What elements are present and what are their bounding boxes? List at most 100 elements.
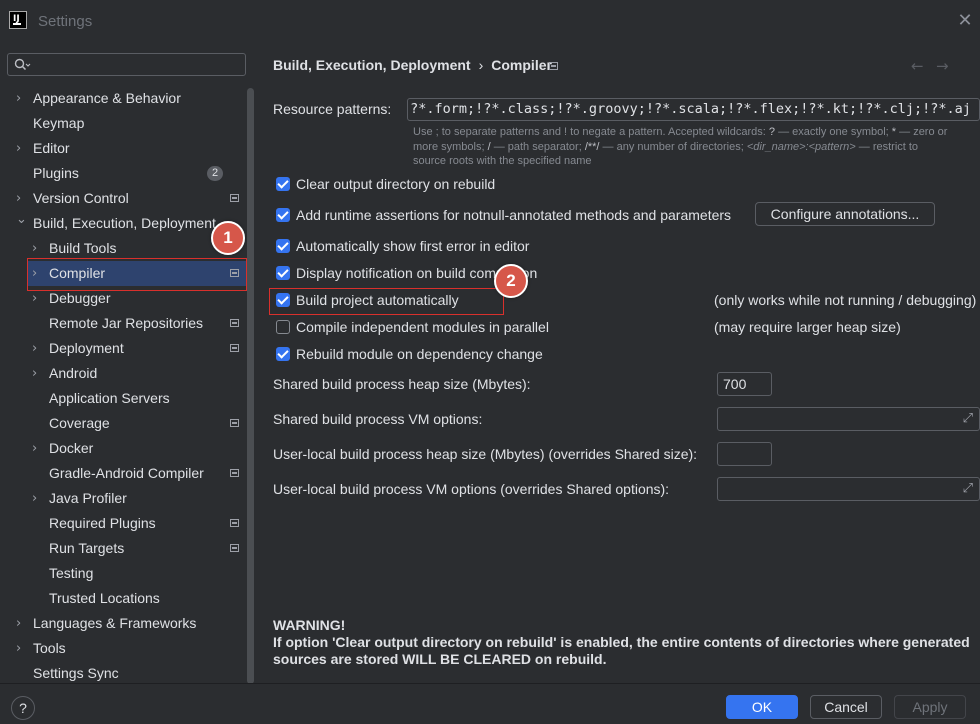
project-settings-icon (230, 519, 239, 527)
expand-icon[interactable]: ⤢ (963, 411, 973, 426)
help-button[interactable]: ? (11, 696, 35, 720)
chevron-right-icon[interactable]: › (16, 636, 26, 661)
option-label[interactable]: Automatically show first error in editor (296, 238, 529, 254)
sidebar-scrollbar[interactable] (247, 88, 254, 684)
option-label[interactable]: Clear output directory on rebuild (296, 176, 495, 192)
project-settings-icon (230, 319, 239, 327)
sidebar-item-label: Languages & Frameworks (33, 615, 197, 631)
search-icon (14, 58, 31, 71)
breadcrumb-parent[interactable]: Build, Execution, Deployment (273, 57, 471, 73)
sidebar-item-appearance-behavior[interactable]: › Appearance & Behavior (0, 86, 250, 111)
sidebar-item-label: Tools (33, 640, 66, 656)
title-bar: IJ Settings ✕ (0, 0, 980, 42)
checkbox[interactable] (276, 208, 290, 222)
sidebar-item-android[interactable]: › Android (0, 361, 250, 386)
user-heap-input[interactable] (717, 442, 772, 466)
user-vm-options-input[interactable]: ⤢ (717, 477, 980, 501)
breadcrumb-current: Compiler (491, 57, 552, 73)
chevron-right-icon[interactable]: › (32, 336, 42, 361)
resource-patterns-hint: Use ; to separate patterns and ! to nega… (413, 126, 948, 167)
apply-button[interactable]: Apply (894, 695, 966, 719)
chevron-right-icon[interactable]: › (16, 86, 26, 111)
chevron-right-icon[interactable]: › (16, 136, 26, 161)
sidebar-item-label: Appearance & Behavior (33, 90, 181, 106)
ok-button[interactable]: OK (726, 695, 798, 719)
sidebar-item-label: Coverage (49, 415, 110, 431)
sidebar-item-label: Run Targets (49, 540, 125, 556)
sidebar-item-editor[interactable]: › Editor (0, 136, 250, 161)
chevron-down-icon[interactable]: ⌄ (16, 207, 27, 232)
sidebar-item-label: Version Control (33, 190, 129, 206)
breadcrumb: Build, Execution, Deployment › Compiler (273, 57, 552, 73)
chevron-right-icon[interactable]: › (32, 361, 42, 386)
sidebar-item-required-plugins[interactable]: Required Plugins (0, 511, 250, 536)
project-settings-icon (230, 419, 239, 427)
shared-heap-input[interactable]: 700 (717, 372, 772, 396)
sidebar-item-label: Android (49, 365, 98, 381)
sidebar-item-coverage[interactable]: Coverage (0, 411, 250, 436)
sidebar-item-label: Keymap (33, 115, 85, 131)
sidebar-item-gradle-android-compiler[interactable]: Gradle-Android Compiler (0, 461, 250, 486)
sidebar-item-plugins[interactable]: Plugins 2 (0, 161, 250, 186)
sidebar-item-trusted-locations[interactable]: Trusted Locations (0, 586, 250, 611)
close-icon[interactable]: ✕ (956, 12, 974, 30)
settings-search-input[interactable] (7, 53, 246, 76)
checkbox[interactable] (276, 266, 290, 280)
step-marker-2: 2 (494, 264, 528, 298)
chevron-right-icon[interactable]: › (32, 486, 42, 511)
option-label[interactable]: Add runtime assertions for notnull-annot… (296, 207, 731, 223)
sidebar-item-run-targets[interactable]: Run Targets (0, 536, 250, 561)
expand-icon[interactable]: ⤢ (963, 481, 973, 496)
sidebar-item-version-control[interactable]: › Version Control (0, 186, 250, 211)
sidebar-item-tools[interactable]: › Tools (0, 636, 250, 661)
checkbox[interactable] (276, 320, 290, 334)
sidebar-item-label: Deployment (49, 340, 124, 356)
checkbox[interactable] (276, 177, 290, 191)
sidebar-item-label: Trusted Locations (49, 590, 160, 606)
option-label[interactable]: Rebuild module on dependency change (296, 346, 543, 362)
sidebar-item-docker[interactable]: › Docker (0, 436, 250, 461)
option-note: (may require larger heap size) (714, 319, 901, 335)
project-settings-icon (230, 194, 239, 202)
back-arrow-icon[interactable]: ← (911, 57, 924, 75)
chevron-right-icon[interactable]: › (32, 436, 42, 461)
sidebar-item-label: Build, Execution, Deployment (33, 215, 216, 231)
sidebar-item-label: Remote Jar Repositories (49, 315, 204, 331)
sidebar-item-label: Docker (49, 440, 94, 456)
sidebar-item-label: Gradle-Android Compiler (49, 465, 204, 481)
sidebar-item-application-servers[interactable]: Application Servers (0, 386, 250, 411)
warning-title: WARNING! (273, 617, 346, 633)
forward-arrow-icon[interactable]: → (936, 57, 949, 75)
sidebar-item-deployment[interactable]: › Deployment (0, 336, 250, 361)
option-note: (only works while not running / debuggin… (714, 292, 977, 308)
shared-heap-label: Shared build process heap size (Mbytes): (273, 376, 531, 392)
project-settings-icon (230, 469, 239, 477)
option-label[interactable]: Compile independent modules in parallel (296, 319, 549, 335)
sidebar-item-java-profiler[interactable]: › Java Profiler (0, 486, 250, 511)
shared-vm-options-input[interactable]: ⤢ (717, 407, 980, 431)
step-marker-1: 1 (211, 221, 245, 255)
project-settings-icon (230, 344, 239, 352)
chevron-right-icon[interactable]: › (16, 611, 26, 636)
sidebar-item-languages-frameworks[interactable]: › Languages & Frameworks (0, 611, 250, 636)
checkbox[interactable] (276, 347, 290, 361)
user-vm-options-label: User-local build process VM options (ove… (273, 481, 670, 497)
resource-patterns-input[interactable]: !?*.form;!?*.class;!?*.groovy;!?*.scala;… (407, 98, 980, 121)
warning-line-2: sources are stored WILL BE CLEARED on re… (273, 651, 607, 667)
footer-divider (0, 683, 980, 684)
cancel-button[interactable]: Cancel (810, 695, 882, 719)
user-heap-label: User-local build process heap size (Mbyt… (273, 446, 698, 462)
configure-annotations-button[interactable]: Configure annotations... (755, 202, 935, 226)
sidebar-item-remote-jar-repositories[interactable]: Remote Jar Repositories (0, 311, 250, 336)
resource-patterns-label: Resource patterns: (273, 101, 392, 117)
project-settings-icon (230, 544, 239, 552)
sidebar-item-keymap[interactable]: Keymap (0, 111, 250, 136)
window-title: Settings (38, 13, 93, 30)
sidebar-item-label: Testing (49, 565, 94, 581)
sidebar-item-label: Java Profiler (49, 490, 127, 506)
sidebar-item-testing[interactable]: Testing (0, 561, 250, 586)
sidebar-item-label: Application Servers (49, 390, 170, 406)
breadcrumb-separator: › (478, 57, 484, 73)
checkbox[interactable] (276, 239, 290, 253)
resource-patterns-value: !?*.form;!?*.class;!?*.groovy;!?*.scala;… (407, 101, 971, 117)
